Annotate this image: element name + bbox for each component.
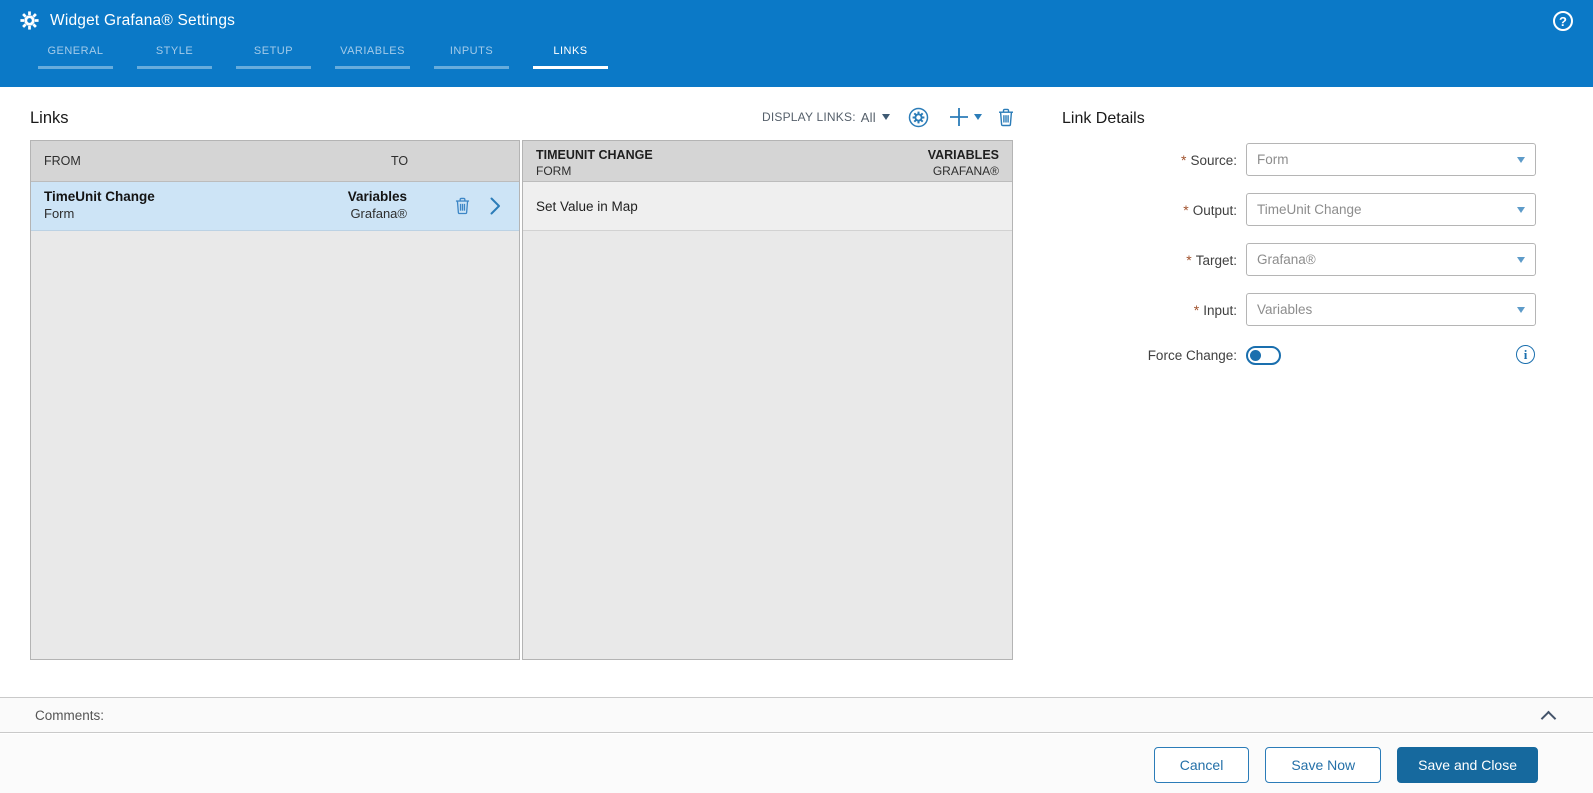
- link-mapping-table: TIMEUNIT CHANGE FORM VARIABLES GRAFANA® …: [522, 140, 1013, 660]
- gear-icon: [20, 11, 39, 30]
- tab-bar: GENERAL STYLE SETUP VARIABLES INPUTS LIN…: [38, 45, 632, 69]
- comments-label: Comments:: [35, 707, 105, 723]
- input-select[interactable]: Variables: [1246, 293, 1536, 326]
- tab-style[interactable]: STYLE: [137, 45, 212, 69]
- links-section-title: Links: [30, 109, 69, 127]
- force-change-toggle[interactable]: [1246, 345, 1281, 365]
- footer: Cancel Save Now Save and Close: [0, 734, 1593, 793]
- required-marker: *: [1186, 251, 1192, 268]
- tab-general[interactable]: GENERAL: [38, 45, 113, 69]
- delete-links-button[interactable]: [998, 108, 1014, 127]
- force-change-label: Force Change:: [1147, 347, 1237, 363]
- links-table: FROM TO TimeUnit Change Form Variables G…: [30, 140, 520, 660]
- required-marker: *: [1181, 151, 1187, 168]
- required-marker: *: [1183, 201, 1189, 218]
- source-label: Source:: [1190, 152, 1237, 168]
- info-icon[interactable]: i: [1516, 345, 1535, 364]
- column-header-from: FROM: [44, 154, 81, 168]
- display-links-dropdown[interactable]: DISPLAY LINKS: All: [762, 110, 890, 125]
- input-label: Input:: [1203, 302, 1237, 318]
- settings-header: Widget Grafana® Settings ? GENERAL STYLE…: [0, 0, 1593, 87]
- trash-icon: [455, 197, 470, 215]
- tab-variables[interactable]: VARIABLES: [335, 45, 410, 69]
- input-value: Variables: [1257, 302, 1313, 317]
- mapping-header-to: VARIABLES GRAFANA®: [927, 148, 999, 178]
- trash-icon: [998, 108, 1013, 126]
- source-select[interactable]: Form: [1246, 143, 1536, 176]
- add-link-button[interactable]: [949, 107, 982, 127]
- required-marker: *: [1193, 301, 1200, 318]
- input-field-row: * Input: Variables: [1060, 293, 1542, 326]
- page-title: Widget Grafana® Settings: [50, 11, 236, 29]
- sync-gear-icon: [908, 107, 929, 127]
- save-now-button[interactable]: Save Now: [1265, 747, 1382, 783]
- link-details-form: * Source: Form * Output: TimeUnit Change *…: [1060, 143, 1542, 384]
- title-row: Widget Grafana® Settings: [20, 11, 235, 30]
- target-value: Grafana®: [1257, 252, 1316, 267]
- chevron-right-icon: [490, 197, 500, 215]
- target-label: Target:: [1195, 252, 1237, 268]
- chevron-down-icon: [1517, 206, 1525, 213]
- plus-icon: [949, 108, 968, 126]
- force-change-row: Force Change: i: [1060, 343, 1542, 367]
- output-select[interactable]: TimeUnit Change: [1246, 193, 1536, 226]
- footer-buttons: Cancel Save Now Save and Close: [1153, 747, 1538, 783]
- tab-links[interactable]: LINKS: [533, 45, 608, 69]
- target-field-row: * Target: Grafana®: [1060, 243, 1542, 276]
- mapping-action-row[interactable]: Set Value in Map: [523, 182, 1012, 231]
- chevron-down-icon: [1517, 256, 1525, 263]
- output-label: Output:: [1192, 202, 1237, 218]
- mapping-table-header: TIMEUNIT CHANGE FORM VARIABLES GRAFANA®: [523, 141, 1012, 182]
- source-value: Form: [1257, 152, 1289, 167]
- help-icon[interactable]: ?: [1553, 11, 1573, 31]
- tab-inputs[interactable]: INPUTS: [434, 45, 509, 69]
- comments-bar: Comments:: [0, 697, 1593, 733]
- links-toolbar: DISPLAY LINKS: All: [762, 103, 1014, 131]
- chevron-down-icon: [1517, 306, 1525, 313]
- auto-map-button[interactable]: [908, 107, 929, 128]
- column-header-to: TO: [391, 154, 409, 168]
- source-field-row: * Source: Form: [1060, 143, 1542, 176]
- output-field-row: * Output: TimeUnit Change: [1060, 193, 1542, 226]
- display-links-value: All: [860, 109, 876, 125]
- display-links-label: DISPLAY LINKS:: [762, 110, 856, 124]
- link-row-selected[interactable]: TimeUnit Change Form Variables Grafana®: [31, 182, 519, 231]
- tab-setup[interactable]: SETUP: [236, 45, 311, 69]
- chevron-down-icon: [1517, 156, 1525, 163]
- save-and-close-button[interactable]: Save and Close: [1397, 747, 1538, 783]
- delete-link-button[interactable]: [455, 197, 470, 220]
- output-value: TimeUnit Change: [1257, 202, 1362, 217]
- cancel-button[interactable]: Cancel: [1153, 747, 1250, 783]
- expand-link-button[interactable]: [490, 197, 501, 220]
- link-from-cell: TimeUnit Change Form: [44, 189, 155, 222]
- target-select[interactable]: Grafana®: [1246, 243, 1536, 276]
- chevron-down-icon: [973, 114, 982, 120]
- link-to-cell: Variables Grafana®: [347, 189, 407, 222]
- link-details-title: Link Details: [1062, 110, 1145, 127]
- links-table-header: FROM TO: [31, 141, 519, 182]
- mapping-header-from: TIMEUNIT CHANGE FORM: [536, 148, 653, 178]
- chevron-up-icon[interactable]: [1542, 710, 1555, 723]
- chevron-down-icon: [881, 114, 890, 120]
